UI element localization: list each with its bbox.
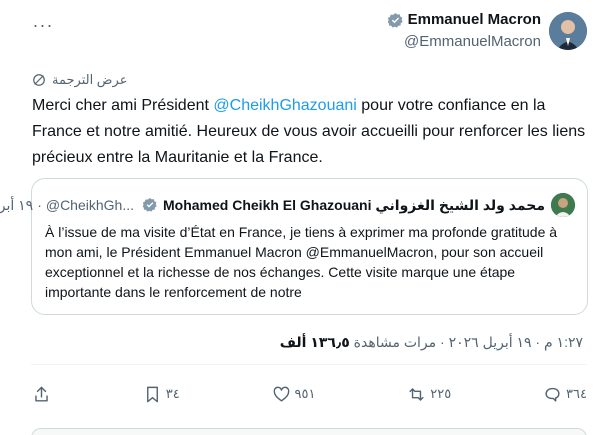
quoted-tweet-text: À l’issue de ma visite d’État en France,…: [45, 224, 558, 300]
quoted-tweet-handle: @CheikhGh...: [45, 197, 134, 213]
tweet-timestamp[interactable]: ١:٢٧ م · ١٩ أبريل ٢٠٢٦ ·: [436, 334, 583, 350]
quoted-verified-badge-icon: [142, 197, 159, 214]
views-count: ١٣٦٫٥ ألف: [279, 334, 350, 350]
quoted-tweet-date: ١٩ أبريل: [0, 197, 34, 213]
reply-icon: [545, 387, 560, 402]
tweet-actions-bar: ٣٤ ٩٥١ ٢٢٥ ٣٦٤: [32, 382, 587, 406]
quoted-tweet-dot: ·: [37, 197, 42, 213]
quoted-tweet-card[interactable]: ١٩ أبريل · @CheikhGh... Mohamed Cheikh E…: [0, 178, 588, 315]
like-count: ٩٥١: [294, 386, 316, 401]
quoted-tweet-author-name: Mohamed Cheikh El Ghazouani محمد ولد الش…: [163, 197, 545, 213]
translate-link[interactable]: عرض الترجمة: [32, 72, 127, 88]
tweet-body: Merci cher ami Président @CheikhGhazouan…: [32, 93, 587, 171]
bookmark-icon: [146, 386, 158, 402]
author-avatar[interactable]: [549, 12, 587, 50]
quoted-tweet-avatar: [551, 193, 575, 217]
tweet-author-header: Emmanuel Macron @EmmanuelMacron: [387, 10, 587, 52]
author-name: Emmanuel Macron: [407, 11, 541, 28]
translate-label: عرض الترجمة: [52, 72, 128, 87]
author-name-row[interactable]: Emmanuel Macron: [387, 10, 541, 30]
heart-icon: [273, 386, 289, 402]
reply-composer[interactable]: [31, 428, 587, 435]
share-icon: [35, 386, 48, 402]
views-label: مرات مشاهدة: [353, 334, 437, 350]
tweet-mention-link[interactable]: @CheikhGhazouani: [213, 97, 356, 114]
translate-icon: [33, 74, 45, 86]
tweet-text-before: Merci cher ami Président: [32, 97, 214, 114]
reply-button[interactable]: ٣٦٤: [543, 385, 587, 404]
verified-badge-icon: [387, 12, 404, 29]
repost-count: ٢٢٥: [430, 386, 452, 401]
repost-button[interactable]: ٢٢٥: [407, 385, 451, 404]
author-handle[interactable]: @EmmanuelMacron: [387, 32, 541, 52]
share-button[interactable]: [32, 385, 51, 404]
more-options-button[interactable]: ···: [32, 14, 54, 36]
quoted-tweet-header: ١٩ أبريل · @CheikhGh... Mohamed Cheikh E…: [0, 193, 575, 217]
actions-divider: [31, 364, 587, 365]
reply-count: ٣٦٤: [566, 386, 587, 401]
repost-icon: [409, 387, 424, 401]
tweet-meta: ١:٢٧ م · ١٩ أبريل ٢٠٢٦ · مرات مشاهدة ١٣٦…: [280, 334, 583, 351]
like-button[interactable]: ٩٥١: [272, 385, 316, 404]
bookmark-button[interactable]: ٣٤: [143, 385, 180, 404]
author-info: Emmanuel Macron @EmmanuelMacron: [387, 10, 541, 52]
bookmark-count: ٣٤: [165, 386, 180, 401]
